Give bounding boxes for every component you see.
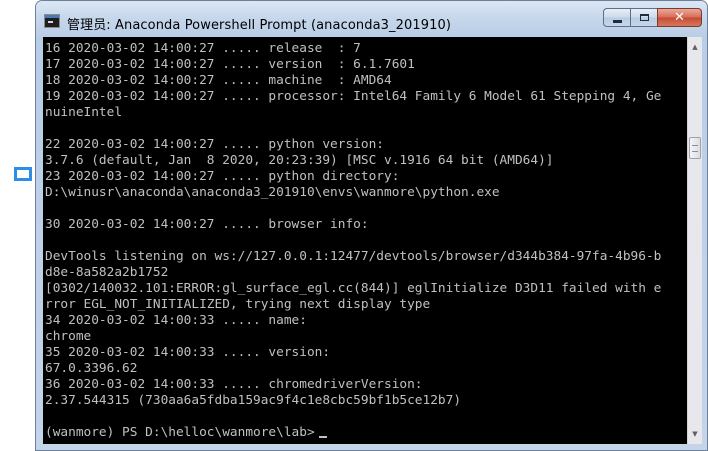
console-line: nuineIntel — [45, 105, 123, 120]
console-line: d8e-8a582a2b1752 — [45, 265, 169, 280]
selection-marker — [14, 167, 32, 181]
command-prompt: (wanmore) PS D:\helloc\wanmore\lab> — [45, 425, 661, 441]
scroll-thumb[interactable] — [689, 137, 701, 159]
console-line: 67.0.3396.62 — [45, 361, 138, 376]
console-output[interactable]: 16 2020-03-02 14:00:27 ..... release : 7… — [43, 37, 687, 444]
console-line: 19 2020-03-02 14:00:27 ..... processor: … — [45, 89, 662, 104]
console-line: 18 2020-03-02 14:00:27 ..... machine : A… — [45, 73, 392, 88]
console-line: 2.37.544315 (730aa6a5fdba159ac9f4c1e8cbc… — [45, 393, 462, 408]
text-cursor — [318, 436, 327, 438]
powershell-window: 管理员: Anaconda Powershell Prompt (anacond… — [35, 0, 708, 451]
minimize-icon — [612, 19, 622, 23]
scroll-up-arrow-icon[interactable]: ▲ — [688, 39, 702, 55]
console-line: 35 2020-03-02 14:00:33 ..... version: — [45, 345, 331, 360]
console-line: D:\winusr\anaconda\anaconda3_201910\envs… — [45, 185, 500, 200]
scroll-down-arrow-icon[interactable]: ▼ — [688, 426, 702, 442]
minimize-button[interactable] — [603, 8, 630, 27]
console-line: chrome — [45, 329, 92, 344]
console-line: 3.7.6 (default, Jan 8 2020, 20:23:39) [M… — [45, 153, 554, 168]
console-line: 23 2020-03-02 14:00:27 ..... python dire… — [45, 169, 400, 184]
maximize-button[interactable] — [630, 8, 657, 27]
console-line: 16 2020-03-02 14:00:27 ..... release : 7 — [45, 41, 361, 56]
close-button[interactable]: ✕ — [657, 8, 702, 27]
console-line: DevTools listening on ws://127.0.0.1:124… — [45, 249, 662, 264]
vertical-scrollbar[interactable]: ▲ ▼ — [687, 37, 702, 444]
console-line: 34 2020-03-02 14:00:33 ..... name: — [45, 313, 307, 328]
console-app-icon[interactable] — [44, 14, 60, 28]
window-controls: ✕ — [603, 8, 702, 28]
window-title: 管理员: Anaconda Powershell Prompt (anacond… — [67, 18, 452, 33]
console-line: 36 2020-03-02 14:00:33 ..... chromedrive… — [45, 377, 423, 392]
maximize-icon — [639, 14, 649, 21]
console-line: 22 2020-03-02 14:00:27 ..... python vers… — [45, 137, 384, 152]
console-line: [0302/140032.101:ERROR:gl_surface_egl.cc… — [45, 281, 662, 296]
close-icon: ✕ — [674, 10, 685, 25]
title-bar[interactable]: 管理员: Anaconda Powershell Prompt (anacond… — [36, 1, 707, 37]
console-line: 30 2020-03-02 14:00:27 ..... browser inf… — [45, 217, 369, 232]
console-text: 16 2020-03-02 14:00:27 ..... release : 7… — [45, 41, 661, 441]
console-line: 17 2020-03-02 14:00:27 ..... version : 6… — [45, 57, 415, 72]
console-line: rror EGL_NOT_INITIALIZED, trying next di… — [45, 297, 431, 312]
